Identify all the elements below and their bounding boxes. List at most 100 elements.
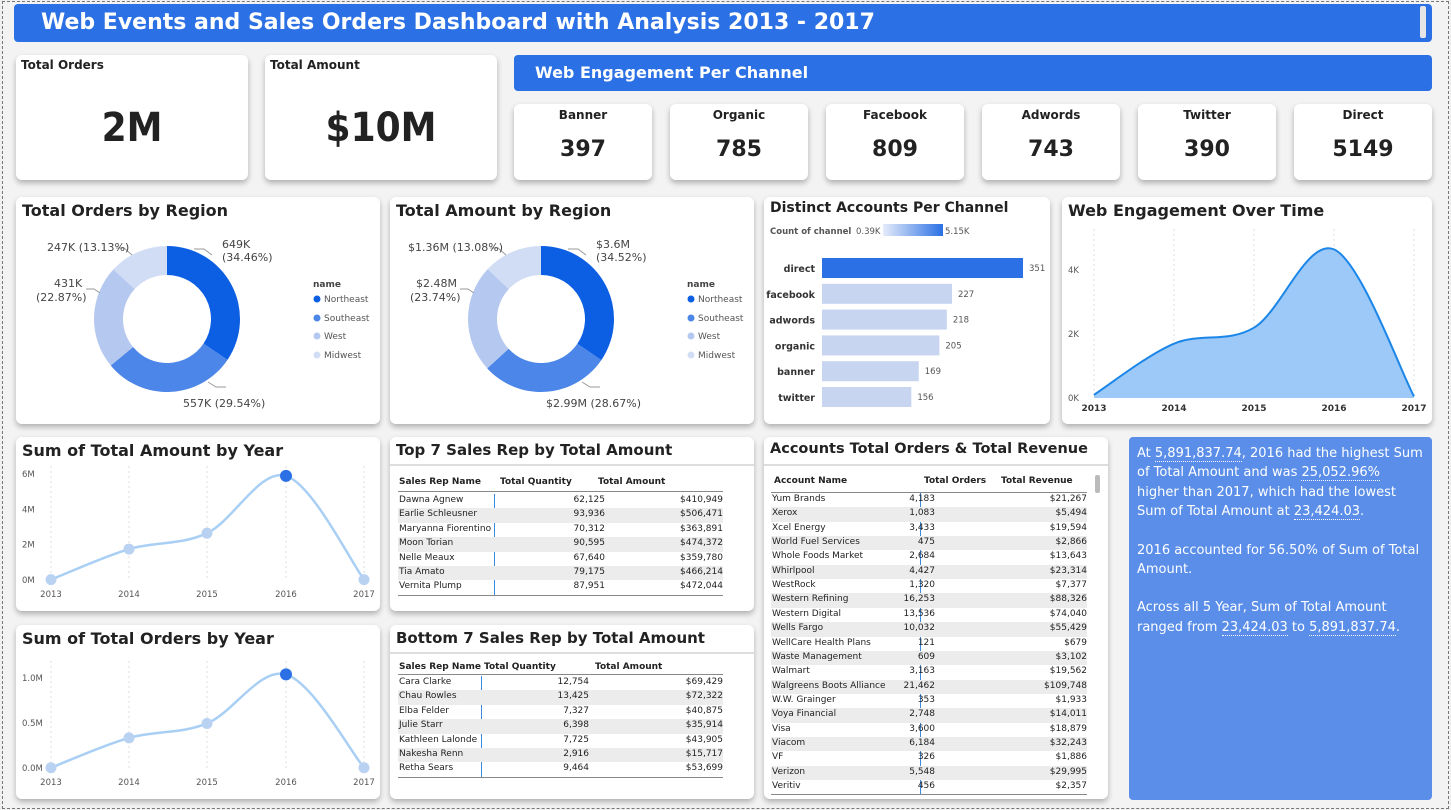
table-cell: $35,914	[685, 720, 723, 731]
table-row[interactable]: Elba Felder 7,327 $40,875	[398, 705, 723, 719]
orders-by-region-chart[interactable]: Total Orders by Region 649K (34.46%) 557…	[16, 197, 380, 424]
table-cell: $32,243	[1049, 737, 1087, 748]
table-row[interactable]: Retha Sears 9,464 $53,699	[398, 762, 723, 776]
table-row[interactable]: Waste Management 609 $3,102	[771, 650, 1087, 666]
data-point-2016[interactable]	[280, 668, 292, 681]
accounts-per-channel-chart[interactable]: Distinct Accounts Per Channel Count of c…	[764, 197, 1050, 424]
amount-by-region-chart[interactable]: Total Amount by Region $3.6M (34.52%) $2…	[390, 197, 754, 424]
table-row[interactable]: Nelle Meaux 67,640 $359,780	[398, 552, 723, 566]
table-cell: 70,312	[573, 523, 606, 534]
data-point-2014[interactable]	[123, 732, 135, 744]
column-header[interactable]: Total Orders	[924, 476, 986, 486]
line-svg: 2013 2014 2015 2016 2017 0M 2M 4M 6M	[22, 466, 375, 600]
channel-card-facebook[interactable]: Facebook 809	[826, 104, 964, 180]
web-engagement-over-time-chart[interactable]: Web Engagement Over Time 2013 2014 2015 201…	[1062, 197, 1432, 424]
bar-category-label: organic	[775, 341, 815, 352]
table-cell: Nakesha Renn	[399, 749, 464, 759]
column-header[interactable]: Sales Rep Name	[399, 477, 481, 487]
table-row[interactable]: Kathleen Lalonde 7,725 $43,905	[398, 734, 723, 748]
data-point-2013[interactable]	[45, 574, 57, 586]
table-row[interactable]: World Fuel Services 475 $2,866	[771, 536, 1087, 551]
table-row[interactable]: Xcel Energy 3,433 $19,594	[771, 522, 1087, 536]
table-row[interactable]: Chau Rowles 13,425 $72,322	[398, 690, 723, 705]
donut-slice-west[interactable]	[468, 269, 509, 369]
table-row[interactable]: Nakesha Renn 2,916 $15,717	[398, 748, 723, 763]
table-cell: $43,905	[685, 734, 723, 745]
total-orders-card[interactable]: Total Orders 2M	[16, 55, 248, 180]
column-header[interactable]: Total Amount	[598, 477, 665, 487]
bar-facebook[interactable]	[822, 283, 952, 304]
legend-item: Midwest	[324, 351, 362, 361]
channel-card-banner[interactable]: Banner 397	[514, 104, 652, 180]
orders-by-year-chart[interactable]: Sum of Total Orders by Year 2013 2014 2015…	[16, 625, 380, 799]
amount-by-year-chart[interactable]: Sum of Total Amount by Year 2013 2014 2015…	[16, 437, 380, 611]
column-header[interactable]: Total Quantity	[500, 477, 572, 487]
table-row[interactable]: Viacom 6,184 $32,243	[771, 736, 1087, 752]
data-point-2015[interactable]	[201, 527, 213, 539]
area-svg: 2013 2014 2015 2016 2017 0K 2K 4K	[1068, 229, 1427, 414]
bar-adwords[interactable]	[822, 309, 947, 330]
table-row[interactable]: WestRock 1,320 $7,377	[771, 579, 1087, 593]
table-row[interactable]: Walgreens Boots Alliance 21,462 $109,748	[771, 679, 1087, 694]
table-row[interactable]: W.W. Grainger 353 $1,933	[771, 694, 1087, 708]
table-row[interactable]: Whirlpool 4,427 $23,314	[771, 564, 1087, 580]
column-header[interactable]: Total Revenue	[1001, 476, 1073, 486]
table-cell: Western Digital	[772, 608, 841, 619]
table-row[interactable]: Julie Starr 6,398 $35,914	[398, 719, 723, 734]
data-point-2015[interactable]	[201, 717, 213, 729]
table-row[interactable]: Dawna Agnew 62,125 $410,949	[398, 494, 723, 508]
table-cell: Walmart	[772, 666, 810, 677]
table-row[interactable]: Earlie Schleusner 93,936 $506,471	[398, 508, 723, 523]
data-point-2017[interactable]	[358, 574, 370, 586]
channel-card-organic[interactable]: Organic 785	[670, 104, 808, 180]
table-row[interactable]: WellCare Health Plans 121 $679	[771, 637, 1087, 651]
channel-card-direct[interactable]: Direct 5149	[1294, 104, 1432, 180]
table-row[interactable]: Moon Torian 90,595 $474,372	[398, 537, 723, 552]
table-row[interactable]: Walmart 3,163 $19,562	[771, 665, 1087, 679]
y-tick-label: 0.5M	[22, 719, 43, 729]
column-header[interactable]: Sales Rep Name	[399, 662, 481, 672]
bar-organic[interactable]	[822, 335, 940, 356]
header-divider	[398, 491, 723, 492]
top7-sales-rep-table[interactable]: Top 7 Sales Rep by Total Amount Sales Re…	[390, 437, 754, 611]
table-row[interactable]: Verizon 5,548 $29,995	[771, 765, 1087, 781]
table-cell: Moon Torian	[399, 538, 454, 549]
bar-banner[interactable]	[822, 361, 919, 382]
table-row[interactable]: Western Refining 16,253 $88,326	[771, 593, 1087, 608]
slice-label: $1.36M (13.08%)	[408, 241, 503, 254]
data-point-2013[interactable]	[45, 762, 57, 774]
title-scrollbar[interactable]	[1420, 6, 1426, 38]
table-row[interactable]: Veritiv 456 $2,357	[771, 780, 1087, 794]
table-row[interactable]: Cara Clarke 12,754 $69,429	[398, 676, 723, 690]
table-scrollbar[interactable]	[1095, 475, 1100, 493]
channel-card-adwords[interactable]: Adwords 743	[982, 104, 1120, 180]
table-row[interactable]: Tia Amato 79,175 $466,214	[398, 566, 723, 581]
column-header[interactable]: Account Name	[774, 476, 847, 486]
table-row[interactable]: Wells Fargo 10,032 $55,429	[771, 622, 1087, 637]
bar-direct[interactable]	[822, 258, 1023, 278]
bottom7-sales-rep-table[interactable]: Bottom 7 Sales Rep by Total Amount Sales…	[390, 625, 754, 799]
total-amount-card[interactable]: Total Amount $10M	[265, 55, 497, 180]
bar-value-label: 169	[925, 367, 941, 377]
channel-card-twitter[interactable]: Twitter 390	[1138, 104, 1276, 180]
table-row[interactable]: VF 326 $1,886	[771, 751, 1087, 765]
table-row[interactable]: Visa 3,600 $18,879	[771, 723, 1087, 737]
table-cell: $21,267	[1049, 494, 1087, 504]
table-row[interactable]: Whole Foods Market 2,684 $13,643	[771, 550, 1087, 564]
table-cell: W.W. Grainger	[772, 694, 836, 705]
table-row[interactable]: Yum Brands 4,183 $21,267	[771, 493, 1087, 507]
data-point-2017[interactable]	[358, 762, 370, 774]
bar-twitter[interactable]	[822, 387, 912, 407]
accounts-orders-revenue-table[interactable]: Accounts Total Orders & Total Revenue Ac…	[764, 437, 1108, 799]
legend-item: West	[698, 332, 721, 342]
table-row[interactable]: Western Digital 13,536 $74,040	[771, 608, 1087, 622]
data-point-2016[interactable]	[280, 469, 292, 482]
table-row[interactable]: Vernita Plump 87,951 $472,044	[398, 580, 723, 594]
data-point-2014[interactable]	[123, 543, 135, 555]
column-header[interactable]: Total Amount	[595, 662, 662, 672]
column-header[interactable]: Total Quantity	[484, 662, 556, 672]
table-row[interactable]: Voya Financial 2,748 $14,011	[771, 708, 1087, 723]
table-row[interactable]: Maryanna Fiorentino 70,312 $363,891	[398, 523, 723, 537]
table-row[interactable]: Xerox 1,083 $5,494	[771, 507, 1087, 522]
x-tick-label: 2015	[196, 590, 218, 600]
